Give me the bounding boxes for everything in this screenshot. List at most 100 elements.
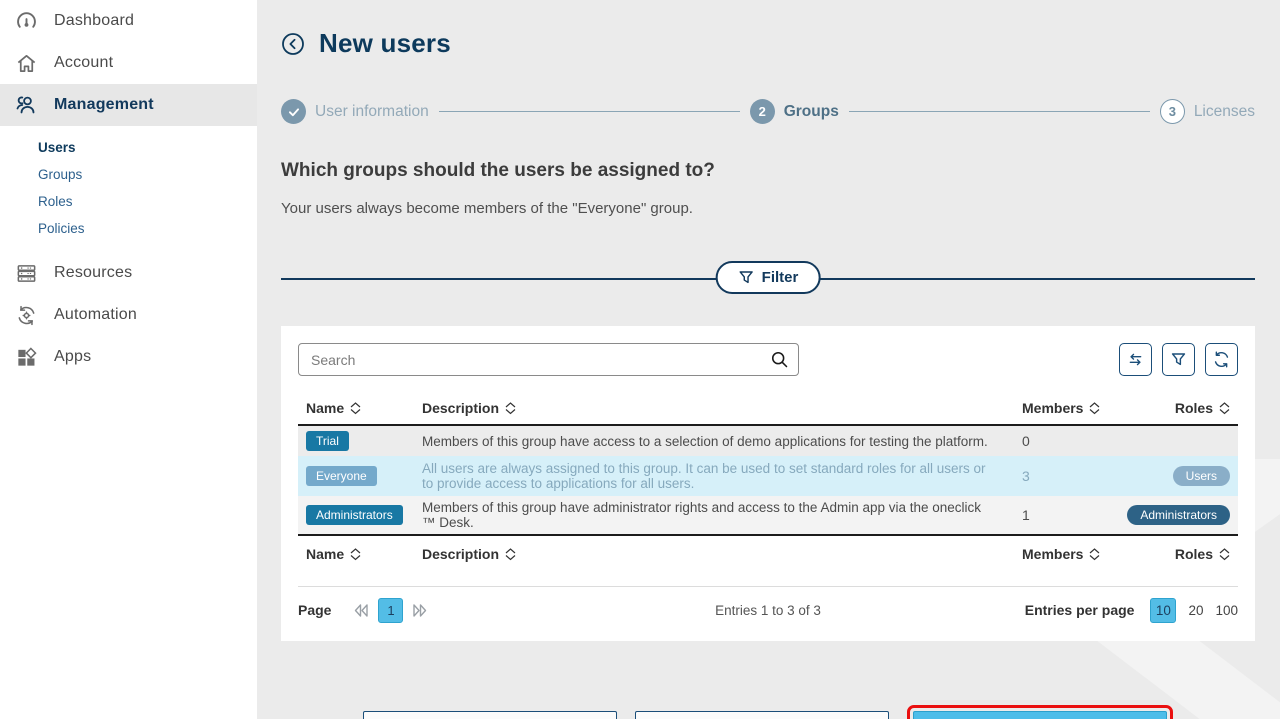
- sort-icon: [350, 548, 361, 561]
- pager: Page 1: [298, 598, 588, 623]
- back-button[interactable]: BACK: [635, 711, 889, 719]
- main-content: New users User information 2 Groups 3 Li…: [257, 0, 1280, 719]
- current-page-button[interactable]: 1: [378, 598, 403, 623]
- sidebar-item-label: Apps: [54, 348, 91, 366]
- filter-table-button[interactable]: [1162, 343, 1195, 376]
- filter-button[interactable]: Filter: [716, 261, 821, 294]
- next-button[interactable]: NEXT: [913, 711, 1167, 719]
- search-input[interactable]: [298, 343, 799, 376]
- sidebar-item-policies[interactable]: Policies: [38, 215, 257, 242]
- refresh-button[interactable]: [1205, 343, 1238, 376]
- back-icon[interactable]: [281, 32, 305, 56]
- sort-icon: [350, 402, 361, 415]
- stepper-step-user-information[interactable]: User information: [281, 99, 429, 124]
- sidebar-item-groups[interactable]: Groups: [38, 161, 257, 188]
- step-number: 3: [1160, 99, 1185, 124]
- sidebar-item-label: Dashboard: [54, 12, 134, 30]
- last-page-icon[interactable]: [411, 603, 428, 618]
- column-label: Roles: [1175, 546, 1213, 562]
- table-footer-header-row: Name Description Members Roles: [298, 534, 1238, 576]
- stepper-step-groups[interactable]: 2 Groups: [750, 99, 839, 124]
- column-header-members[interactable]: Members: [998, 400, 1088, 416]
- stepper-step-licenses[interactable]: 3 Licenses: [1160, 99, 1255, 124]
- sidebar-item-label: Automation: [54, 306, 137, 324]
- column-header-description[interactable]: Description: [422, 546, 998, 562]
- table-header-row: Name Description Members Roles: [298, 394, 1238, 426]
- search-box: [298, 343, 799, 376]
- column-header-roles[interactable]: Roles: [1088, 546, 1238, 562]
- role-pill: Administrators: [1127, 505, 1230, 525]
- column-header-members[interactable]: Members: [998, 546, 1088, 562]
- sidebar-item-users[interactable]: Users: [38, 134, 257, 161]
- group-members-count: 1: [998, 503, 1088, 527]
- per-page-option-100[interactable]: 100: [1215, 603, 1238, 618]
- per-page-label: Entries per page: [1025, 602, 1135, 618]
- home-icon: [13, 50, 39, 76]
- annotation-highlight: NEXT: [907, 705, 1173, 719]
- management-subnav: Users Groups Roles Policies: [0, 126, 257, 252]
- column-header-description[interactable]: Description: [422, 400, 998, 416]
- sidebar-item-apps[interactable]: Apps: [0, 336, 257, 378]
- first-page-icon[interactable]: [353, 603, 370, 618]
- group-members-count: 3: [998, 464, 1088, 488]
- sidebar-item-account[interactable]: Account: [0, 42, 257, 84]
- column-label: Description: [422, 400, 499, 416]
- table-row-trial[interactable]: Trial Members of this group have access …: [298, 426, 1238, 456]
- sidebar-item-management[interactable]: Management: [0, 84, 257, 126]
- page-title: New users: [319, 28, 451, 59]
- column-header-roles[interactable]: Roles: [1088, 400, 1238, 416]
- stepper-line: [439, 111, 740, 112]
- column-header-name[interactable]: Name: [298, 400, 422, 416]
- table-footer: Page 1 Entries 1 to 3 of 3 Entries per p…: [298, 587, 1238, 633]
- step-check-icon: [281, 99, 306, 124]
- filter-divider: Filter: [281, 261, 1255, 294]
- group-description: All users are always assigned to this gr…: [422, 457, 998, 495]
- column-label: Members: [1022, 546, 1083, 562]
- automation-icon: [13, 302, 39, 328]
- column-header-name[interactable]: Name: [298, 546, 422, 562]
- groups-table: Name Description Members Roles: [298, 394, 1238, 576]
- group-members-count: 0: [998, 429, 1088, 453]
- gauge-icon: [13, 8, 39, 34]
- per-page-option-10[interactable]: 10: [1150, 598, 1176, 623]
- stepper: User information 2 Groups 3 Licenses: [281, 99, 1255, 124]
- step-label: Groups: [784, 103, 839, 121]
- search-icon[interactable]: [769, 349, 790, 370]
- sidebar-item-automation[interactable]: Automation: [0, 294, 257, 336]
- cancel-button[interactable]: CANCEL: [363, 711, 617, 719]
- stepper-line: [849, 111, 1150, 112]
- group-name-badge: Everyone: [306, 466, 377, 486]
- sidebar-item-label: Account: [54, 54, 113, 72]
- group-name-badge: Trial: [306, 431, 349, 451]
- per-page-option-20[interactable]: 20: [1188, 603, 1203, 618]
- column-label: Roles: [1175, 400, 1213, 416]
- server-icon: [13, 260, 39, 286]
- role-pill: Users: [1173, 466, 1230, 486]
- entries-info: Entries 1 to 3 of 3: [588, 603, 948, 618]
- group-roles: [1088, 437, 1238, 445]
- groups-table-card: Name Description Members Roles: [281, 326, 1255, 641]
- sidebar-item-resources[interactable]: Resources: [0, 252, 257, 294]
- sidebar: Dashboard Account Management Users Group…: [0, 0, 257, 719]
- column-label: Name: [306, 400, 344, 416]
- sidebar-item-roles[interactable]: Roles: [38, 188, 257, 215]
- table-row-administrators[interactable]: Administrators Members of this group hav…: [298, 496, 1238, 534]
- apps-icon: [13, 344, 39, 370]
- table-actions: [1119, 343, 1238, 376]
- table-row-everyone[interactable]: Everyone All users are always assigned t…: [298, 456, 1238, 496]
- page-label: Page: [298, 602, 331, 618]
- table-body: Trial Members of this group have access …: [298, 426, 1238, 534]
- sort-icon: [1219, 402, 1230, 415]
- table-toolbar: [298, 343, 1238, 376]
- column-label: Members: [1022, 400, 1083, 416]
- sidebar-item-dashboard[interactable]: Dashboard: [0, 0, 257, 42]
- users-icon: [13, 92, 39, 118]
- wizard-actions: CANCEL BACK NEXT: [281, 705, 1255, 719]
- sort-icon: [505, 402, 516, 415]
- question-title: Which groups should the users be assigne…: [281, 160, 1255, 182]
- column-label: Description: [422, 546, 499, 562]
- sidebar-item-label: Resources: [54, 264, 132, 282]
- page-header: New users: [281, 28, 1255, 59]
- swap-columns-button[interactable]: [1119, 343, 1152, 376]
- filter-label: Filter: [762, 269, 799, 286]
